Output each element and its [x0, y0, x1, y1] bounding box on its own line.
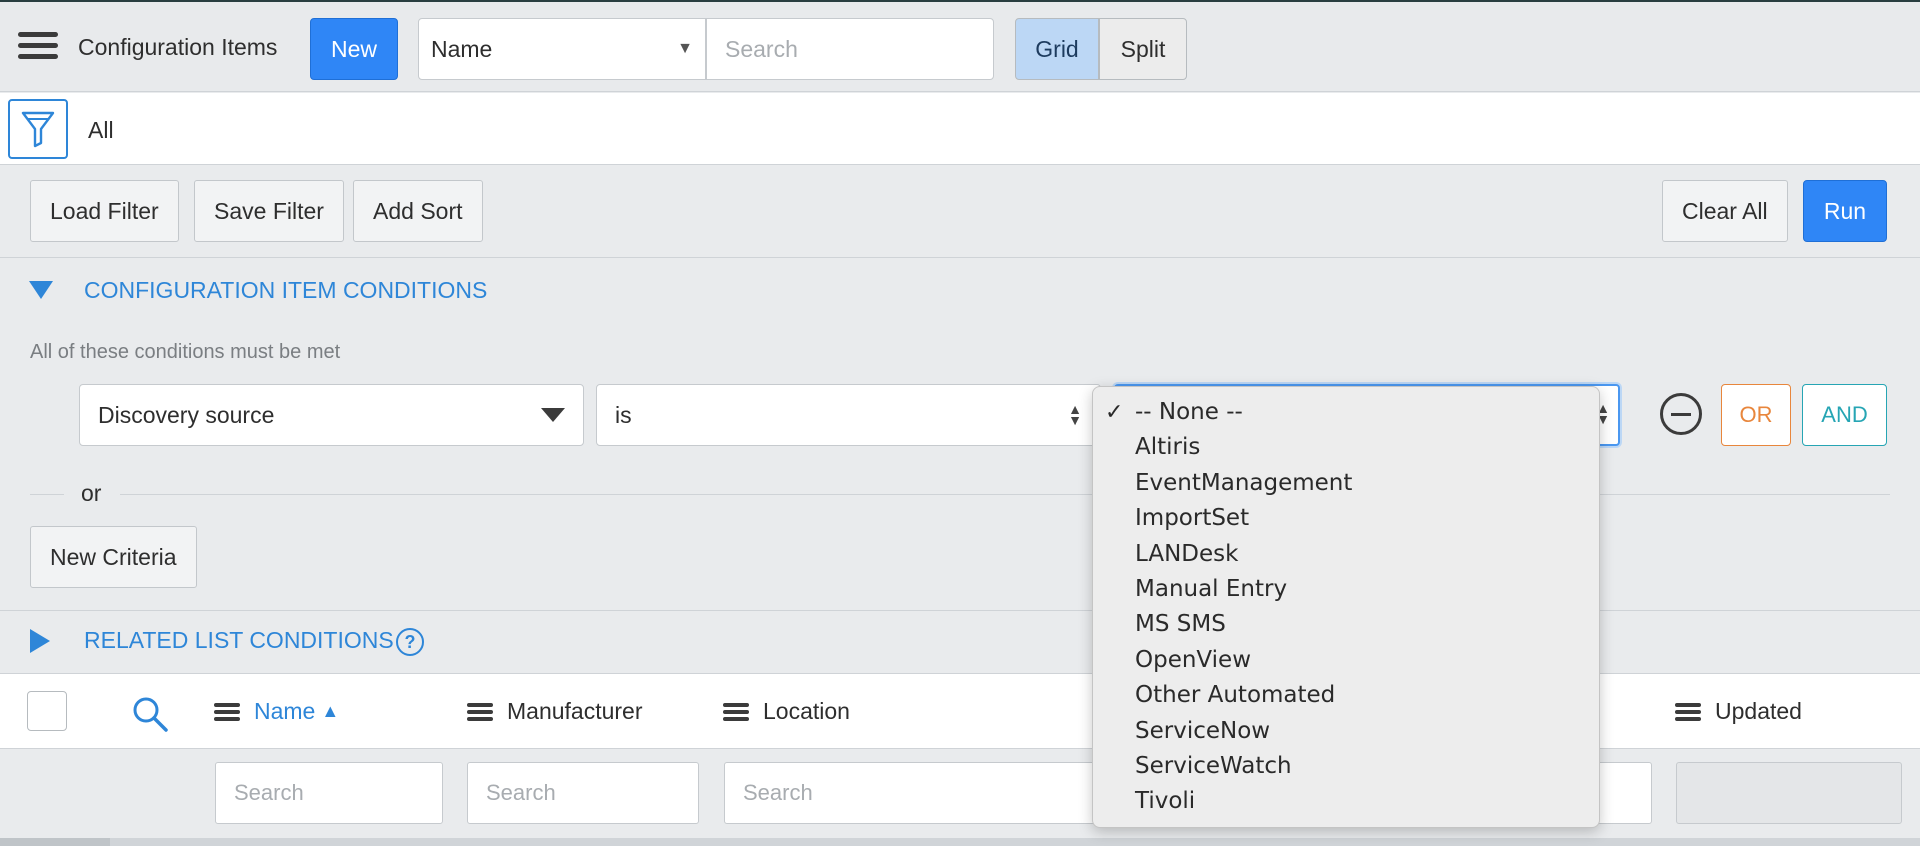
condition-operator-value: is	[615, 401, 632, 428]
dropdown-option[interactable]: Altiris	[1093, 430, 1599, 465]
page-title: Configuration Items	[78, 34, 278, 60]
column-header-updated[interactable]: Updated	[1675, 698, 1802, 725]
column-menu-icon[interactable]	[467, 700, 493, 724]
new-criteria-button[interactable]: New Criteria	[30, 526, 197, 588]
condition-operator-select[interactable]: is ▲ ▼	[596, 384, 1101, 446]
chevron-down-icon	[541, 408, 565, 422]
divider	[120, 494, 1890, 495]
grid-view-button[interactable]: Grid	[1015, 18, 1099, 80]
select-all-checkbox[interactable]	[27, 691, 67, 731]
condition-field-value: Discovery source	[98, 401, 275, 428]
search-icon[interactable]	[130, 694, 170, 734]
conditions-note: All of these conditions must be met	[30, 341, 341, 363]
column-label: Manufacturer	[507, 698, 643, 724]
save-filter-button[interactable]: Save Filter	[194, 180, 344, 242]
remove-condition-icon[interactable]	[1660, 393, 1702, 435]
related-list-section-header[interactable]: RELATED LIST CONDITIONS ?	[0, 610, 1920, 670]
search-input[interactable]	[706, 18, 994, 80]
top-bar: Configuration Items New Name ▼ Grid Spli…	[0, 0, 1920, 92]
help-icon[interactable]: ?	[396, 628, 424, 656]
conditions-title: CONFIGURATION ITEM CONDITIONS	[84, 276, 488, 303]
dropdown-option[interactable]: MS SMS	[1093, 607, 1599, 642]
dropdown-option[interactable]: ImportSet	[1093, 501, 1599, 536]
expand-triangle-icon	[30, 628, 50, 653]
or-separator-label: or	[81, 480, 102, 506]
new-button[interactable]: New	[310, 18, 398, 80]
add-sort-button[interactable]: Add Sort	[353, 180, 483, 242]
search-field-value: Name	[431, 35, 493, 62]
divider	[30, 494, 64, 495]
dropdown-option[interactable]: EventManagement	[1093, 466, 1599, 501]
discovery-source-dropdown: ✓ -- None -- Altiris EventManagement Impo…	[1092, 386, 1600, 828]
column-menu-icon[interactable]	[214, 700, 240, 724]
name-search-input[interactable]	[215, 762, 443, 824]
chevron-down-icon: ▼	[677, 40, 693, 57]
table-header: Name ▲ Manufacturer Location Updated	[0, 673, 1920, 749]
dropdown-option[interactable]: LANDesk	[1093, 537, 1599, 572]
dropdown-option[interactable]: ✓ -- None --	[1093, 395, 1599, 430]
updown-arrows-icon: ▲ ▼	[1068, 401, 1082, 428]
and-button[interactable]: AND	[1802, 384, 1887, 446]
column-header-manufacturer[interactable]: Manufacturer	[467, 698, 643, 725]
updated-search-input[interactable]	[1676, 762, 1902, 824]
dropdown-option[interactable]: Tivoli	[1093, 784, 1599, 819]
column-menu-icon[interactable]	[1675, 700, 1701, 724]
dropdown-option[interactable]: ServiceWatch	[1093, 749, 1599, 784]
dropdown-option[interactable]: Manual Entry	[1093, 572, 1599, 607]
column-search-row	[0, 750, 1920, 840]
checkmark-icon: ✓	[1105, 400, 1124, 425]
load-filter-button[interactable]: Load Filter	[30, 180, 179, 242]
filter-toggle-button[interactable]	[8, 99, 68, 159]
run-button[interactable]: Run	[1803, 180, 1887, 242]
scrollbar-thumb[interactable]	[0, 838, 110, 846]
scrollbar-track[interactable]	[0, 838, 1920, 846]
column-label: Updated	[1715, 698, 1802, 724]
collapse-triangle-icon	[29, 281, 53, 299]
column-header-location[interactable]: Location	[723, 698, 850, 725]
breadcrumb[interactable]: All	[88, 117, 114, 144]
dropdown-option[interactable]: Other Automated	[1093, 678, 1599, 713]
funnel-icon	[21, 111, 55, 148]
condition-field-select[interactable]: Discovery source	[79, 384, 584, 446]
search-field-select[interactable]: Name ▼	[418, 18, 706, 80]
column-header-name[interactable]: Name ▲	[214, 698, 339, 725]
sort-ascending-icon: ▲	[321, 701, 340, 721]
dropdown-option[interactable]: ServiceNow	[1093, 714, 1599, 749]
menu-icon[interactable]	[18, 32, 58, 64]
column-label: Name	[254, 698, 316, 724]
clear-all-button[interactable]: Clear All	[1662, 180, 1788, 242]
split-view-button[interactable]: Split	[1099, 18, 1187, 80]
filter-actions-bar: Load Filter Save Filter Add Sort Clear A…	[0, 166, 1920, 258]
dropdown-option[interactable]: OpenView	[1093, 643, 1599, 678]
column-label: Location	[763, 698, 850, 724]
conditions-section-header[interactable]: CONFIGURATION ITEM CONDITIONS	[0, 260, 1920, 320]
manufacturer-search-input[interactable]	[467, 762, 699, 824]
column-menu-icon[interactable]	[723, 700, 749, 724]
related-list-title: RELATED LIST CONDITIONS	[84, 627, 394, 653]
breadcrumb-bar: All	[0, 93, 1920, 165]
or-button[interactable]: OR	[1721, 384, 1791, 446]
